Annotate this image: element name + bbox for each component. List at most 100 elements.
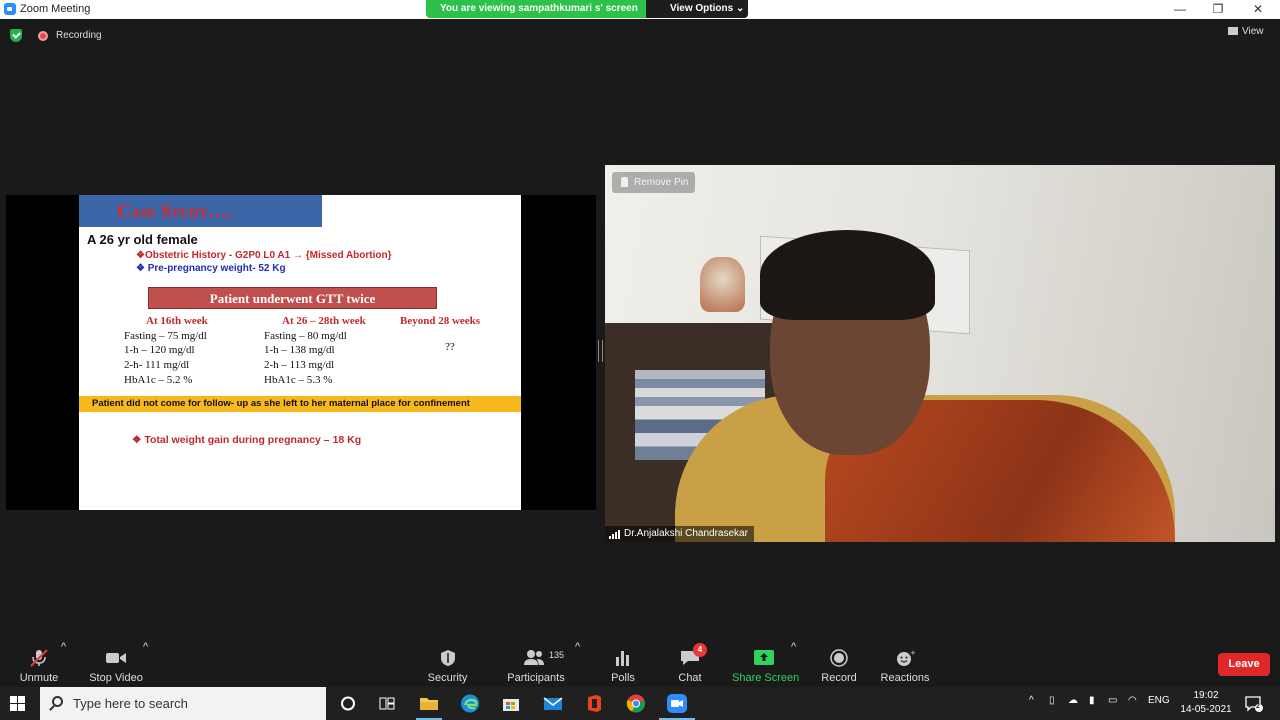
recording-icon bbox=[38, 31, 48, 41]
clock-time: 19:02 bbox=[1193, 690, 1219, 701]
view-options-label: View Options bbox=[670, 3, 734, 14]
language-indicator[interactable]: ENG bbox=[1148, 695, 1170, 706]
participant-name: Dr.Anjalakshi Chandrasekar bbox=[624, 528, 748, 539]
viewing-banner: You are viewing sampathkumari s' screen … bbox=[426, 0, 748, 18]
record-icon bbox=[828, 649, 850, 667]
followup-banner: Patient did not come for follow- up as s… bbox=[79, 396, 521, 412]
share-screen-icon bbox=[753, 649, 775, 667]
microphone-tray-icon[interactable]: ▮ bbox=[1089, 695, 1095, 706]
search-placeholder: Type here to search bbox=[73, 696, 188, 711]
grid-icon bbox=[1228, 27, 1238, 35]
value-cell: Fasting – 80 mg/dl bbox=[264, 330, 347, 342]
obstetric-prefix: ❖Obstetric History - G bbox=[136, 250, 243, 261]
participants-button[interactable]: Participants bbox=[505, 641, 567, 687]
column-head: Beyond 28 weeks bbox=[400, 315, 481, 327]
polls-button[interactable]: Polls bbox=[604, 641, 642, 687]
muted-microphone-icon bbox=[28, 649, 50, 667]
notification-center-icon[interactable]: 2 bbox=[1243, 693, 1265, 714]
resize-handle[interactable] bbox=[598, 340, 603, 362]
battery-icon[interactable]: ▭ bbox=[1108, 695, 1117, 706]
cloud-sync-icon[interactable]: ☁ bbox=[1068, 695, 1078, 706]
taskbar-search-box[interactable]: Type here to search bbox=[40, 687, 326, 720]
value-cell: 1-h – 120 mg/dl bbox=[124, 344, 195, 356]
system-clock[interactable]: 19:02 14-05-2021 bbox=[1180, 689, 1232, 717]
value-cell: 2-h- 111 mg/dl bbox=[124, 359, 190, 371]
cortana-icon[interactable] bbox=[337, 693, 359, 714]
value-cell: HbA1c – 5.3 % bbox=[264, 374, 333, 386]
security-shield-icon[interactable] bbox=[10, 29, 22, 42]
wifi-icon[interactable]: ◠ bbox=[1128, 695, 1137, 706]
participant-count: 135 bbox=[549, 650, 565, 660]
polls-label: Polls bbox=[611, 672, 635, 684]
battery-saver-icon[interactable]: ▯ bbox=[1049, 695, 1055, 706]
store-icon[interactable] bbox=[500, 693, 522, 714]
task-view-icon[interactable] bbox=[376, 693, 398, 714]
value-cell: Fasting – 75 mg/dl bbox=[124, 330, 207, 342]
stop-video-button[interactable]: Stop Video bbox=[88, 641, 144, 687]
pin-icon bbox=[621, 177, 628, 187]
polls-icon bbox=[612, 649, 634, 667]
obstetric-suffix: → {Missed Abortion} bbox=[292, 250, 392, 261]
slide-title: Case Study…. bbox=[117, 201, 232, 222]
clock-date: 14-05-2021 bbox=[1180, 704, 1232, 715]
reactions-button[interactable]: + Reactions bbox=[880, 641, 930, 687]
office-icon[interactable] bbox=[583, 693, 605, 714]
maximize-button[interactable]: ❐ bbox=[1200, 0, 1236, 19]
value-cell: 2-h – 113 mg/dl bbox=[264, 359, 335, 371]
notification-count: 2 bbox=[1256, 703, 1260, 710]
reactions-icon: + bbox=[894, 649, 916, 667]
view-options-button[interactable]: View Options ⌄ bbox=[646, 0, 748, 18]
viewing-text: You are viewing sampathkumari s' screen bbox=[440, 3, 638, 14]
file-explorer-icon[interactable] bbox=[418, 693, 440, 714]
obstetric-formula: 2P0 L0 A1 bbox=[242, 250, 291, 261]
participants-label: Participants bbox=[507, 672, 565, 684]
zoom-taskbar-icon[interactable] bbox=[666, 693, 688, 714]
close-button[interactable]: ✕ bbox=[1240, 0, 1276, 19]
stop-video-label: Stop Video bbox=[89, 672, 143, 684]
remove-pin-label: Remove Pin bbox=[634, 177, 689, 188]
remove-pin-button[interactable]: Remove Pin bbox=[612, 172, 695, 193]
leave-button[interactable]: Leave bbox=[1218, 653, 1270, 676]
weight-gain-bullet: ❖ Total weight gain during pregnancy – 1… bbox=[132, 434, 362, 446]
search-icon bbox=[52, 696, 63, 707]
video-idol bbox=[700, 257, 745, 312]
window-title: Zoom Meeting bbox=[20, 3, 91, 15]
record-button[interactable]: Record bbox=[819, 641, 859, 687]
video-options-caret[interactable]: ^ bbox=[143, 641, 148, 687]
minimize-button[interactable]: — bbox=[1162, 0, 1198, 19]
participant-name-tag: Dr.Anjalakshi Chandrasekar bbox=[605, 526, 754, 542]
slide: Case Study…. A 26 yr old female ❖Obstetr… bbox=[79, 195, 521, 510]
mail-icon[interactable] bbox=[542, 693, 564, 714]
chrome-icon[interactable] bbox=[625, 693, 647, 714]
windows-taskbar: Type here to search ^ ▯ ☁ ▮ ▭ ◠ ENG 19:0… bbox=[0, 687, 1280, 720]
reactions-label: Reactions bbox=[880, 672, 930, 684]
audio-options-caret[interactable]: ^ bbox=[61, 641, 66, 687]
value-cell: ?? bbox=[445, 341, 455, 353]
column-head: At 16th week bbox=[146, 315, 208, 327]
tray-overflow-icon[interactable]: ^ bbox=[1029, 695, 1034, 706]
chat-button[interactable]: 4 Chat bbox=[671, 641, 709, 687]
recording-label: Recording bbox=[56, 30, 102, 41]
column-head: At 26 – 28th week bbox=[282, 315, 366, 327]
shield-icon bbox=[437, 649, 459, 667]
view-button[interactable]: View bbox=[1228, 26, 1264, 37]
edge-icon[interactable] bbox=[459, 693, 481, 714]
windows-start-icon[interactable] bbox=[10, 696, 26, 712]
participants-options-caret[interactable]: ^ bbox=[575, 641, 580, 687]
value-cell: 1-h – 138 mg/dl bbox=[264, 344, 335, 356]
svg-text:+: + bbox=[910, 649, 916, 657]
video-camera-icon bbox=[105, 649, 127, 667]
participant-video[interactable]: Remove Pin Dr.Anjalakshi Chandrasekar bbox=[605, 165, 1275, 542]
meeting-toolbar: Unmute ^ Stop Video ^ Security Participa… bbox=[0, 641, 1280, 687]
unmute-button[interactable]: Unmute bbox=[14, 641, 64, 687]
value-cell: HbA1c – 5.2 % bbox=[124, 374, 193, 386]
chat-badge: 4 bbox=[693, 643, 707, 657]
share-options-caret[interactable]: ^ bbox=[791, 641, 796, 687]
obstetric-history-bullet: ❖Obstetric History - G2P0 L0 A1 → {Misse… bbox=[136, 250, 392, 261]
signal-icon bbox=[609, 530, 621, 539]
chat-icon: 4 bbox=[679, 643, 707, 667]
security-button[interactable]: Security bbox=[425, 641, 470, 687]
participants-icon bbox=[523, 649, 545, 667]
slide-heading: A 26 yr old female bbox=[87, 232, 198, 247]
share-screen-button[interactable]: Share Screen bbox=[732, 641, 799, 687]
